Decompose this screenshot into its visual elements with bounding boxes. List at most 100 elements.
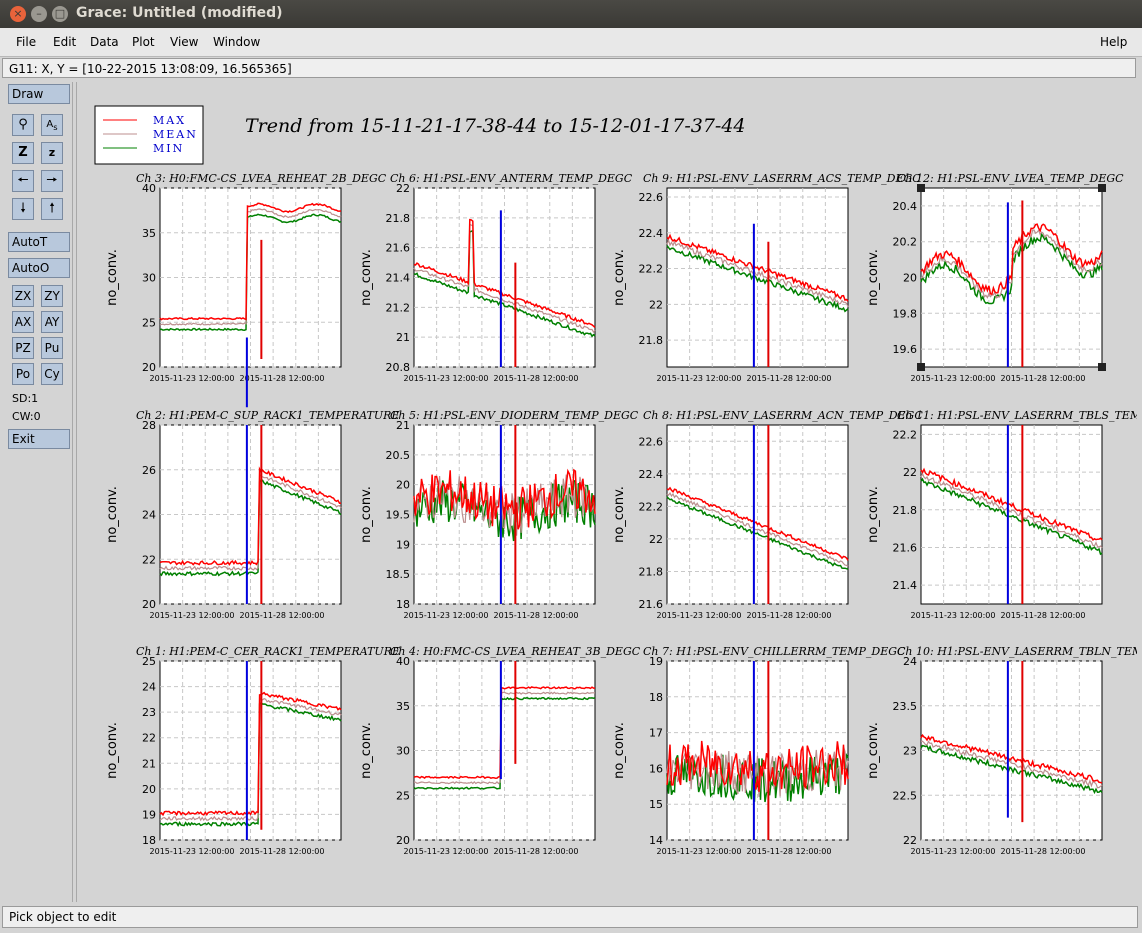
legend-label-mean: MEAN (153, 128, 198, 141)
legend-box[interactable]: MAX MEAN MIN (94, 105, 204, 165)
x-tick-label: 2015-11-23 12:00:00 (150, 374, 235, 383)
y-tick-label: 22.2 (639, 263, 664, 276)
y-tick-label: 21.6 (639, 598, 664, 611)
minimize-icon[interactable]: – (31, 6, 47, 22)
window-title: Grace: Untitled (modified) (76, 5, 283, 21)
zy-button[interactable]: ZY (41, 285, 63, 307)
trend-graph[interactable]: 1818.51919.52020.5212015-11-23 12:00:00 2… (359, 409, 639, 620)
y-tick-label: 22 (649, 298, 663, 311)
y-tick-label: 14 (649, 834, 663, 847)
menu-view[interactable]: View (170, 35, 198, 49)
trend-graph[interactable]: 20222426282015-11-23 12:00:00 2015-11-28 … (105, 409, 400, 620)
y-tick-label: 35 (396, 700, 410, 713)
close-icon[interactable]: × (10, 6, 26, 22)
y-tick-label: 25 (142, 316, 156, 329)
graph-frame (666, 187, 849, 368)
y-tick-label: 22 (649, 533, 663, 546)
x-tick-label: 2015-11-28 12:00:00 (747, 847, 832, 856)
graph-title: Ch 4: H0:FMC-CS_LVEA_REHEAT_3B_DEGC (390, 645, 641, 658)
zx-button[interactable]: ZX (12, 285, 34, 307)
y-tick-label: 30 (142, 272, 156, 285)
x-tick-label: 2015-11-23 12:00:00 (911, 374, 996, 383)
y-tick-label: 26 (142, 464, 156, 477)
y-tick-label: 20 (142, 361, 156, 374)
exit-button[interactable]: Exit (8, 429, 70, 449)
arrow-left-icon[interactable]: 🠔 (12, 170, 34, 192)
x-tick-label: 2015-11-28 12:00:00 (494, 374, 579, 383)
ax-button[interactable]: AX (12, 311, 34, 333)
x-tick-label: 2015-11-28 12:00:00 (240, 847, 325, 856)
cy-button[interactable]: Cy (41, 363, 63, 385)
trend-graph[interactable]: 18192021222324252015-11-23 12:00:00 2015-… (105, 645, 400, 856)
trend-graph[interactable]: 1415161718192015-11-23 12:00:00 2015-11-2… (612, 645, 906, 856)
y-tick-label: 21.6 (893, 541, 918, 554)
menu-edit[interactable]: Edit (53, 35, 76, 49)
po-button[interactable]: Po (12, 363, 34, 385)
trend-graph[interactable]: 20.82121.221.421.621.8222015-11-23 12:00… (359, 172, 633, 383)
graph-frame (666, 424, 849, 605)
y-tick-label: 18 (649, 691, 663, 704)
plot-area[interactable]: MAX MEAN MIN Trend from 15-11-21-17-38-4… (77, 82, 1142, 902)
y-tick-label: 22.6 (639, 435, 664, 448)
arrow-down-icon[interactable]: 🠗 (12, 198, 34, 220)
plot-title: Trend from 15-11-21-17-38-44 to 15-12-01… (245, 115, 746, 137)
y-tick-label: 20 (903, 272, 917, 285)
zoom-small-z-icon[interactable]: z (41, 142, 63, 164)
graph-frame (920, 424, 1103, 605)
trend-graph[interactable]: 2222.52323.5242015-11-23 12:00:00 2015-11… (866, 645, 1142, 856)
y-axis-label: no_conv. (612, 722, 627, 779)
y-tick-label: 23 (142, 706, 156, 719)
draw-button[interactable]: Draw (8, 84, 70, 104)
pu-button[interactable]: Pu (41, 337, 63, 359)
cw-label: CW:0 (12, 410, 41, 423)
autoo-button[interactable]: AutoO (8, 258, 70, 278)
x-tick-label: 2015-11-23 12:00:00 (150, 847, 235, 856)
y-tick-label: 21.8 (386, 212, 411, 225)
ay-button[interactable]: AY (41, 311, 63, 333)
menu-help[interactable]: Help (1100, 35, 1127, 49)
selection-handle[interactable] (917, 363, 925, 371)
menu-file[interactable]: File (16, 35, 36, 49)
y-tick-label: 20.8 (386, 361, 411, 374)
graph-title: Ch 9: H1:PSL-ENV_LASERRM_ACS_TEMP_DEGC (643, 172, 921, 185)
y-tick-label: 22.6 (639, 191, 664, 204)
trend-graph[interactable]: 19.6 19.8 20 20.2 20.4 2015-11-23 12:00:00 201… (866, 172, 1124, 383)
graph-title: Ch 6: H1:PSL-ENV_ANTERM_TEMP_DEGC (390, 172, 633, 185)
x-tick-label: 2015-11-23 12:00:00 (404, 847, 489, 856)
arrow-right-icon[interactable]: 🠖 (41, 170, 63, 192)
graph-title: Ch 1: H1:PEM-C_CER_RACK1_TEMPERATURE (136, 645, 400, 658)
zoom-icon[interactable]: ⚲ (12, 114, 34, 136)
y-tick-label: 23 (903, 745, 917, 758)
y-tick-label: 20.4 (893, 200, 918, 213)
selection-handle[interactable] (1098, 363, 1106, 371)
y-tick-label: 21.8 (639, 565, 664, 578)
trend-graph[interactable]: 20253035402015-11-23 12:00:00 2015-11-28 … (359, 645, 641, 856)
graph-title: Ch 3: H0:FMC-CS_LVEA_REHEAT_2B_DEGC (136, 172, 387, 185)
y-tick-label: 19.6 (893, 343, 918, 356)
arrow-up-icon[interactable]: 🠕 (41, 198, 63, 220)
y-tick-label: 22.4 (639, 227, 664, 240)
y-tick-label: 21.6 (386, 242, 411, 255)
selection-handle[interactable] (1098, 184, 1106, 192)
y-axis-label: no_conv. (359, 722, 374, 779)
text-tool-icon[interactable]: As (41, 114, 63, 136)
graph-title: Ch 11: H1:PSL-ENV_LASERRM_TBLS_TEMP_DEGC (897, 409, 1137, 422)
selection-handle[interactable] (917, 184, 925, 192)
legend-label-min: MIN (153, 142, 184, 155)
y-tick-label: 30 (396, 745, 410, 758)
menu-window[interactable]: Window (213, 35, 260, 49)
menu-data[interactable]: Data (90, 35, 119, 49)
autot-button[interactable]: AutoT (8, 232, 70, 252)
zoom-z-icon[interactable]: Z (12, 142, 34, 164)
x-tick-label: 2015-11-23 12:00:00 (150, 611, 235, 620)
menu-plot[interactable]: Plot (132, 35, 155, 49)
trend-graph[interactable]: 21.4 21.6 21.8 22 22.2 2015-11-23 12:00:00 201… (866, 409, 1142, 620)
y-tick-label: 21 (396, 331, 410, 344)
pz-button[interactable]: PZ (12, 337, 34, 359)
x-tick-label: 2015-11-28 12:00:00 (494, 611, 579, 620)
y-axis-label: no_conv. (866, 486, 881, 543)
maximize-icon[interactable]: □ (52, 6, 68, 22)
y-tick-label: 35 (142, 227, 156, 240)
status-bar: Pick object to edit (2, 906, 1138, 928)
trend-graph[interactable]: 20253035402015-11-23 12:00:00 2015-11-28 … (105, 172, 387, 408)
